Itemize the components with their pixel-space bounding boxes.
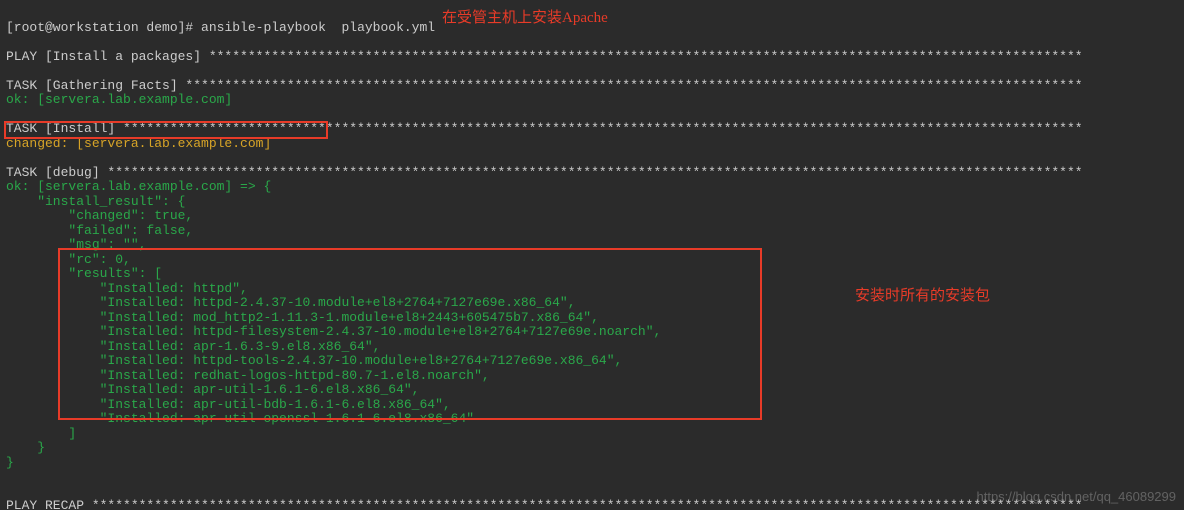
task-install: TASK [Install] *************************… xyxy=(6,121,1083,136)
ir-failed: "failed": false, xyxy=(6,223,193,238)
annotation-all-packages: 安装时所有的安装包 xyxy=(855,284,990,305)
blank-line-4 xyxy=(6,150,14,165)
ir-installed-7: "Installed: apr-util-1.6.1-6.el8.x86_64"… xyxy=(6,382,419,397)
ir-installed-1: "Installed: httpd-2.4.37-10.module+el8+2… xyxy=(6,295,576,310)
command-text: ansible-playbook playbook.yml xyxy=(201,20,435,35)
ir-msg: "msg": "", xyxy=(6,237,146,252)
ir-rc: "rc": 0, xyxy=(6,252,131,267)
play-recap-header: PLAY RECAP *****************************… xyxy=(6,498,1083,510)
debug-open: ok: [servera.lab.example.com] => { xyxy=(6,179,271,194)
shell-prompt: [root@workstation demo]# xyxy=(6,20,201,35)
changed-host-install: changed: [servera.lab.example.com] xyxy=(6,136,271,151)
blank-line-1 xyxy=(6,34,14,49)
ir-installed-9: "Installed: apr-util-openssl-1.6.1-6.el8… xyxy=(6,411,474,426)
ir-installed-8: "Installed: apr-util-bdb-1.6.1-6.el8.x86… xyxy=(6,397,451,412)
install-result-open: "install_result": { xyxy=(6,194,185,209)
task-gathering-facts: TASK [Gathering Facts] *****************… xyxy=(6,78,1083,93)
blank-line-6 xyxy=(6,484,14,499)
ir-installed-2: "Installed: mod_http2-1.11.3-1.module+el… xyxy=(6,310,599,325)
ok-host-gather: ok: [servera.lab.example.com] xyxy=(6,92,232,107)
ir-installed-4: "Installed: apr-1.6.3-9.el8.x86_64", xyxy=(6,339,380,354)
blank-line-3 xyxy=(6,107,14,122)
ir-changed: "changed": true, xyxy=(6,208,193,223)
ir-results-open: "results": [ xyxy=(6,266,162,281)
ir-close: } xyxy=(6,440,45,455)
ir-installed-0: "Installed: httpd", xyxy=(6,281,248,296)
blank-line-2 xyxy=(6,63,14,78)
blank-line-5 xyxy=(6,469,14,484)
play-header: PLAY [Install a packages] **************… xyxy=(6,49,1083,64)
task-debug: TASK [debug] ***************************… xyxy=(6,165,1083,180)
ir-installed-5: "Installed: httpd-tools-2.4.37-10.module… xyxy=(6,353,622,368)
ir-installed-3: "Installed: httpd-filesystem-2.4.37-10.m… xyxy=(6,324,661,339)
watermark-text: https://blog.csdn.net/qq_46089299 xyxy=(977,489,1177,504)
debug-close-brace: } xyxy=(6,455,14,470)
ir-installed-6: "Installed: redhat-logos-httpd-80.7-1.el… xyxy=(6,368,490,383)
terminal-output: [root@workstation demo]# ansible-playboo… xyxy=(0,0,1184,510)
ir-results-close: ] xyxy=(6,426,76,441)
annotation-install-apache: 在受管主机上安装Apache xyxy=(442,6,608,27)
